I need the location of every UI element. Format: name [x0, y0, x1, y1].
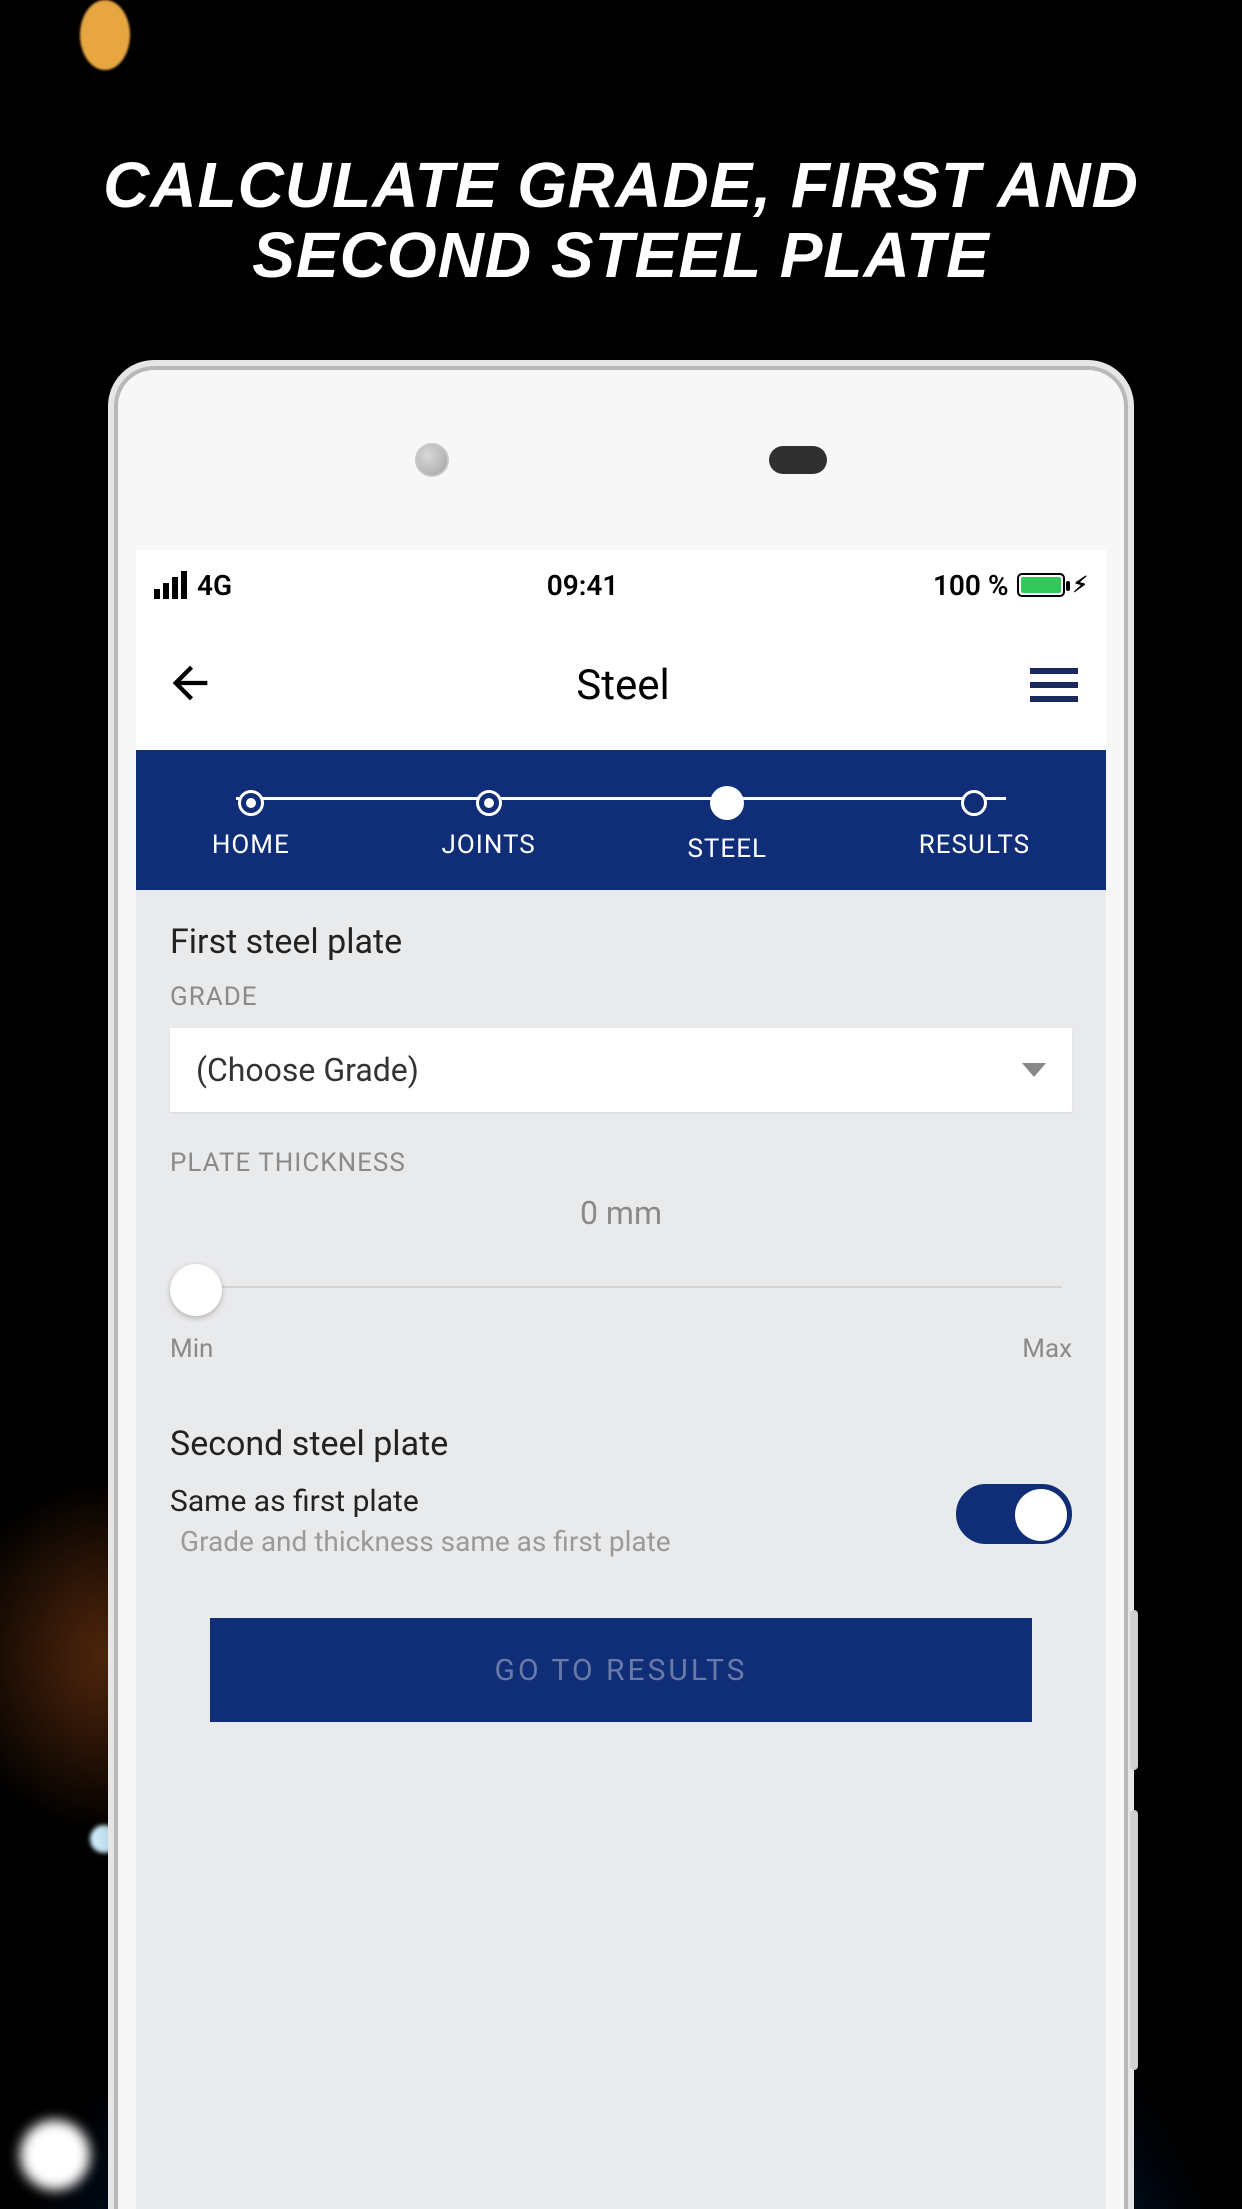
- promo-headline: CALCULATE GRADE, FIRST AND SECOND STEEL …: [0, 150, 1242, 291]
- step-dot-icon: [476, 790, 502, 816]
- spark-decor: [20, 2120, 90, 2190]
- cta-label: GO TO RESULTS: [495, 1653, 748, 1688]
- battery-pct: 100 %: [933, 569, 1009, 602]
- step-label: JOINTS: [442, 830, 536, 860]
- status-time: 09:41: [547, 569, 619, 602]
- slider-min-label: Min: [170, 1334, 213, 1364]
- grade-select-value: (Choose Grade): [196, 1051, 419, 1089]
- network-label: 4G: [197, 569, 232, 602]
- hamburger-icon: [1030, 696, 1078, 702]
- promo-backdrop: CALCULATE GRADE, FIRST AND SECOND STEEL …: [0, 0, 1242, 2209]
- toggle-texts: Same as first plate Grade and thickness …: [170, 1484, 671, 1558]
- slider-thumb[interactable]: [170, 1264, 222, 1316]
- step-label: STEEL: [687, 834, 767, 864]
- page-title: Steel: [576, 661, 669, 710]
- phone-side-button: [1130, 1810, 1138, 2070]
- grade-label: GRADE: [170, 982, 1072, 1012]
- same-as-first-desc: Grade and thickness same as first plate: [170, 1525, 671, 1558]
- slider-max-label: Max: [1022, 1334, 1072, 1364]
- same-as-first-row: Same as first plate Grade and thickness …: [170, 1484, 1072, 1558]
- phone-bezel-top: [118, 370, 1124, 550]
- hamburger-icon: [1030, 682, 1078, 688]
- signal-icon: [154, 571, 187, 599]
- thickness-slider[interactable]: [170, 1250, 1072, 1330]
- phone-frame: 4G 09:41 100 % ⚡︎ Steel: [118, 370, 1124, 2209]
- hamburger-icon: [1030, 668, 1078, 674]
- status-left: 4G: [154, 569, 232, 602]
- battery-icon: [1017, 573, 1065, 597]
- spark-decor: [80, 0, 130, 70]
- step-joints[interactable]: JOINTS: [442, 790, 536, 860]
- phone-camera: [415, 443, 449, 477]
- toggle-knob: [1015, 1489, 1067, 1541]
- stepper-line: [236, 797, 1006, 800]
- status-right: 100 % ⚡︎: [933, 569, 1088, 602]
- grade-select[interactable]: (Choose Grade): [170, 1028, 1072, 1112]
- back-button[interactable]: [164, 657, 216, 713]
- slider-range-labels: Min Max: [170, 1334, 1072, 1364]
- slider-track: [180, 1286, 1062, 1288]
- chevron-down-icon: [1022, 1063, 1046, 1077]
- charging-icon: ⚡︎: [1073, 573, 1088, 598]
- step-dot-icon: [961, 790, 987, 816]
- status-bar: 4G 09:41 100 % ⚡︎: [136, 550, 1106, 620]
- first-plate-title: First steel plate: [170, 922, 1072, 962]
- same-as-first-toggle[interactable]: [956, 1484, 1072, 1544]
- arrow-left-icon: [164, 657, 216, 709]
- second-plate-section: Second steel plate Same as first plate G…: [170, 1424, 1072, 1558]
- thickness-label: PLATE THICKNESS: [170, 1148, 1072, 1178]
- content: First steel plate GRADE (Choose Grade) P…: [136, 890, 1106, 1722]
- phone-side-button: [1130, 1610, 1138, 1770]
- nav-bar: Steel: [136, 620, 1106, 750]
- step-steel[interactable]: STEEL: [687, 786, 767, 864]
- go-to-results-button[interactable]: GO TO RESULTS: [210, 1618, 1032, 1722]
- screen: 4G 09:41 100 % ⚡︎ Steel: [136, 550, 1106, 2209]
- step-dot-icon: [238, 790, 264, 816]
- thickness-value: 0 mm: [170, 1194, 1072, 1232]
- same-as-first-label: Same as first plate: [170, 1484, 671, 1519]
- spark-decor: [90, 1825, 118, 1853]
- phone-sensor: [769, 446, 827, 474]
- second-plate-title: Second steel plate: [170, 1424, 1072, 1464]
- step-home[interactable]: HOME: [212, 790, 290, 860]
- menu-button[interactable]: [1030, 668, 1078, 702]
- step-dot-current-icon: [710, 786, 744, 820]
- stepper: HOME JOINTS STEEL RESULTS: [136, 750, 1106, 890]
- step-label: HOME: [212, 830, 290, 860]
- step-results[interactable]: RESULTS: [919, 790, 1030, 860]
- step-label: RESULTS: [919, 830, 1030, 860]
